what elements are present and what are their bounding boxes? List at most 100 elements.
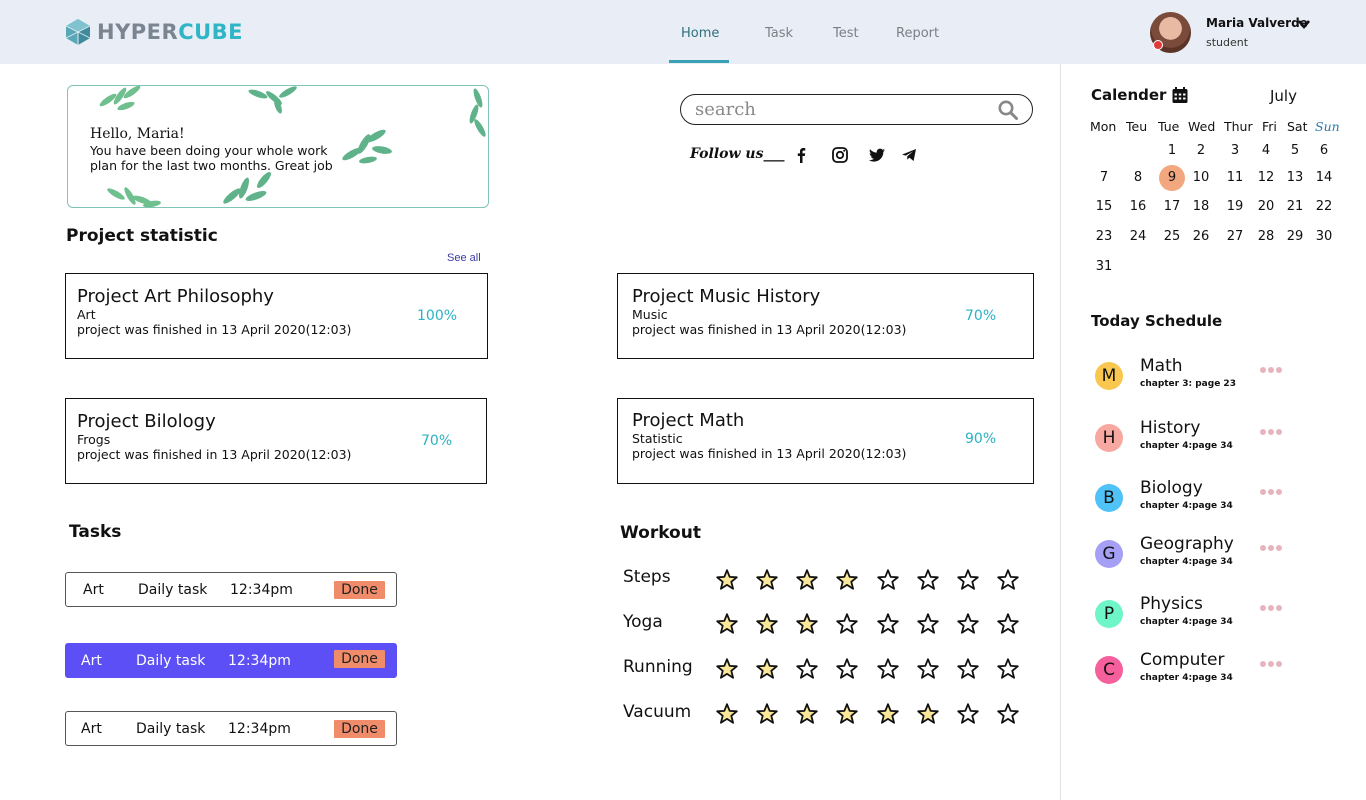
search-input[interactable]	[695, 98, 985, 120]
star-filled-icon[interactable]	[755, 568, 779, 592]
instagram-icon[interactable]	[831, 146, 849, 164]
star-filled-icon[interactable]	[715, 568, 739, 592]
done-button[interactable]: Done	[334, 720, 385, 738]
star-filled-icon[interactable]	[715, 657, 739, 681]
telegram-icon[interactable]	[900, 146, 918, 164]
schedule-item[interactable]: M Math chapter 3: page 23	[1095, 356, 1295, 396]
project-card[interactable]: Project Art Philosophy Art project was f…	[65, 273, 488, 359]
star-filled-icon[interactable]	[755, 657, 779, 681]
calendar-day[interactable]: 19	[1222, 199, 1248, 214]
star-empty-icon[interactable]	[835, 612, 859, 636]
project-card[interactable]: Project Music History Music project was …	[617, 273, 1034, 359]
star-empty-icon[interactable]	[835, 657, 859, 681]
logo[interactable]: HYPERCUBE	[65, 18, 243, 46]
calendar-day[interactable]: 24	[1125, 229, 1151, 244]
calendar-day[interactable]: 22	[1311, 199, 1337, 214]
calendar-day[interactable]: 13	[1282, 170, 1308, 185]
star-filled-icon[interactable]	[755, 702, 779, 726]
schedule-item[interactable]: H History chapter 4:page 34	[1095, 418, 1295, 458]
calendar-day[interactable]: 18	[1188, 199, 1214, 214]
calendar-day[interactable]: 12	[1253, 170, 1279, 185]
star-empty-icon[interactable]	[996, 568, 1020, 592]
star-empty-icon[interactable]	[956, 612, 980, 636]
calendar-day[interactable]: 26	[1188, 229, 1214, 244]
star-empty-icon[interactable]	[916, 568, 940, 592]
calendar-day[interactable]: 10	[1188, 170, 1214, 185]
star-empty-icon[interactable]	[996, 702, 1020, 726]
calendar-day[interactable]: 3	[1222, 143, 1248, 158]
search-icon[interactable]	[998, 100, 1018, 120]
nav-report[interactable]: Report	[896, 26, 939, 41]
star-empty-icon[interactable]	[996, 657, 1020, 681]
more-options-icon[interactable]	[1260, 488, 1282, 496]
calendar-day[interactable]: 21	[1282, 199, 1308, 214]
more-options-icon[interactable]	[1260, 544, 1282, 552]
done-button[interactable]: Done	[334, 581, 385, 599]
search-bar[interactable]	[680, 94, 1033, 125]
schedule-item[interactable]: G Geography chapter 4:page 34	[1095, 534, 1295, 574]
star-filled-icon[interactable]	[835, 568, 859, 592]
calendar-day[interactable]: 29	[1282, 229, 1308, 244]
chevron-down-icon[interactable]	[1296, 16, 1312, 32]
more-options-icon[interactable]	[1260, 604, 1282, 612]
done-button[interactable]: Done	[334, 650, 385, 668]
star-filled-icon[interactable]	[876, 702, 900, 726]
star-filled-icon[interactable]	[715, 612, 739, 636]
calendar-day[interactable]: 20	[1253, 199, 1279, 214]
star-empty-icon[interactable]	[876, 568, 900, 592]
see-all-link[interactable]: See all	[447, 252, 481, 264]
schedule-item[interactable]: C Computer chapter 4:page 34	[1095, 650, 1295, 690]
star-filled-icon[interactable]	[916, 702, 940, 726]
twitter-icon[interactable]	[868, 146, 886, 164]
nav-task[interactable]: Task	[765, 26, 793, 41]
star-empty-icon[interactable]	[916, 657, 940, 681]
task-item[interactable]: Art Daily task 12:34pm Done	[65, 711, 397, 746]
calendar-day[interactable]: 7	[1091, 170, 1117, 185]
star-filled-icon[interactable]	[795, 568, 819, 592]
calendar-day[interactable]: 31	[1091, 259, 1117, 274]
calendar-day[interactable]: 2	[1188, 143, 1214, 158]
calendar-day[interactable]: 23	[1091, 229, 1117, 244]
calendar-day[interactable]: 6	[1311, 143, 1337, 158]
star-empty-icon[interactable]	[916, 612, 940, 636]
calendar-day[interactable]: 4	[1253, 143, 1279, 158]
calendar-day[interactable]: 30	[1311, 229, 1337, 244]
calendar-icon[interactable]	[1171, 86, 1189, 104]
star-empty-icon[interactable]	[996, 612, 1020, 636]
star-filled-icon[interactable]	[835, 702, 859, 726]
schedule-item[interactable]: B Biology chapter 4:page 34	[1095, 478, 1295, 518]
star-empty-icon[interactable]	[956, 657, 980, 681]
star-empty-icon[interactable]	[956, 568, 980, 592]
calendar-day[interactable]: 15	[1091, 199, 1117, 214]
more-options-icon[interactable]	[1260, 366, 1282, 374]
calendar-day[interactable]: 1	[1159, 143, 1185, 158]
calendar-day[interactable]: 28	[1253, 229, 1279, 244]
star-empty-icon[interactable]	[876, 657, 900, 681]
project-card[interactable]: Project Bilology Frogs project was finis…	[65, 398, 487, 484]
calendar-day[interactable]: 11	[1222, 170, 1248, 185]
more-options-icon[interactable]	[1260, 660, 1282, 668]
star-filled-icon[interactable]	[715, 702, 739, 726]
schedule-item[interactable]: P Physics chapter 4:page 34	[1095, 594, 1295, 634]
star-empty-icon[interactable]	[876, 612, 900, 636]
star-empty-icon[interactable]	[956, 702, 980, 726]
more-options-icon[interactable]	[1260, 428, 1282, 436]
nav-home[interactable]: Home	[681, 26, 719, 41]
calendar-day[interactable]: 16	[1125, 199, 1151, 214]
star-filled-icon[interactable]	[795, 702, 819, 726]
task-item[interactable]: Art Daily task 12:34pm Done	[65, 572, 397, 607]
calendar-day[interactable]: 8	[1125, 170, 1151, 185]
calendar-day[interactable]: 5	[1282, 143, 1308, 158]
calendar-day-today[interactable]: 9	[1159, 170, 1185, 185]
nav-test[interactable]: Test	[833, 26, 859, 41]
project-card[interactable]: Project Math Statistic project was finis…	[617, 398, 1034, 484]
star-empty-icon[interactable]	[795, 657, 819, 681]
star-filled-icon[interactable]	[795, 612, 819, 636]
calendar-day[interactable]: 14	[1311, 170, 1337, 185]
calendar-day[interactable]: 27	[1222, 229, 1248, 244]
star-filled-icon[interactable]	[755, 612, 779, 636]
facebook-icon[interactable]	[792, 146, 810, 164]
task-item[interactable]: Art Daily task 12:34pm Done	[65, 643, 397, 678]
calendar-day[interactable]: 17	[1159, 199, 1185, 214]
calendar-day[interactable]: 25	[1159, 229, 1185, 244]
